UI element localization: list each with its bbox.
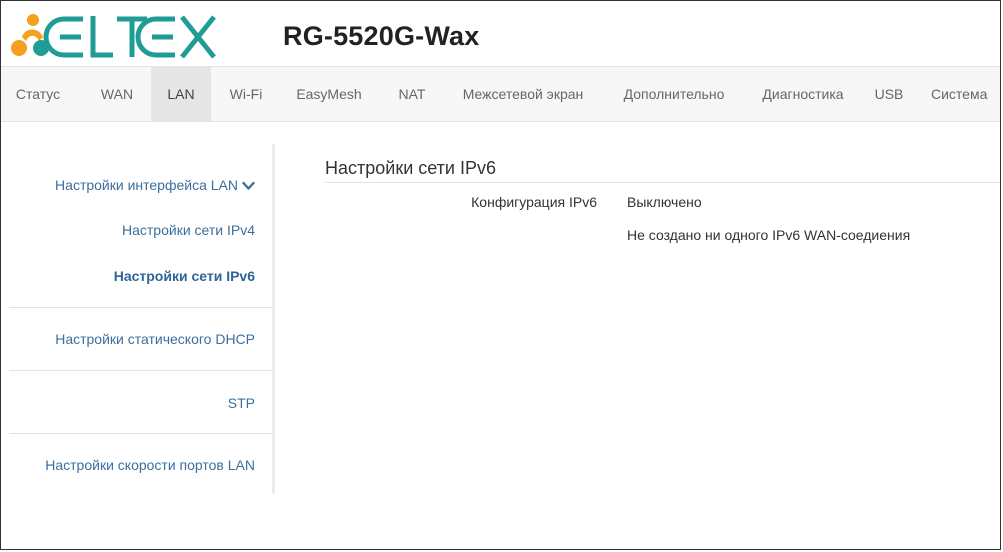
main-nav: Статус WAN LAN Wi-Fi EasyMesh NAT Межсет… [1,66,1000,122]
nav-item-easymesh[interactable]: EasyMesh [289,67,369,121]
header: RG-5520G-Wax [1,1,1000,66]
sidebar-item-stp[interactable]: STP [228,395,255,411]
nav-item-lan[interactable]: LAN [151,67,211,121]
sidebar-group-lan-interface[interactable]: Настройки интерфейса LAN [55,177,255,194]
sidebar-divider [9,433,272,434]
sidebar-item-ipv6[interactable]: Настройки сети IPv6 [114,268,255,284]
sidebar-group-label: Настройки интерфейса LAN [55,177,238,193]
sidebar-divider [9,370,272,371]
ipv6-wan-note: Не создано ни одного IPv6 WAN-соедиения [627,227,911,243]
sidebar: Настройки интерфейса LAN Настройки сети … [9,144,275,494]
nav-item-system[interactable]: Система [931,67,1000,121]
sidebar-divider [9,307,272,308]
nav-item-diagnostics[interactable]: Диагностика [751,67,855,121]
nav-item-advanced[interactable]: Дополнительно [607,67,741,121]
nav-item-firewall[interactable]: Межсетевой экран [451,67,595,121]
nav-item-usb[interactable]: USB [863,67,915,121]
nav-item-wan[interactable]: WAN [91,67,143,121]
eltex-logo [9,7,224,62]
nav-item-status[interactable]: Статус [9,67,67,121]
page-frame: RG-5520G-Wax Статус WAN LAN Wi-Fi EasyMe… [0,0,1001,550]
sidebar-item-ipv4[interactable]: Настройки сети IPv4 [122,222,255,238]
title-divider [325,182,1000,183]
page-title: Настройки сети IPv6 [325,158,496,178]
sidebar-item-lan-port-speed[interactable]: Настройки скорости портов LAN [45,457,255,473]
nav-item-wifi[interactable]: Wi-Fi [219,67,273,121]
ipv6-config-label: Конфигурация IPv6 [471,194,597,210]
sidebar-item-static-dhcp[interactable]: Настройки статического DHCP [55,331,255,347]
chevron-down-icon [242,178,255,194]
nav-item-nat[interactable]: NAT [387,67,437,121]
ipv6-config-value: Выключено [627,194,702,210]
device-model-title: RG-5520G-Wax [283,21,480,51]
